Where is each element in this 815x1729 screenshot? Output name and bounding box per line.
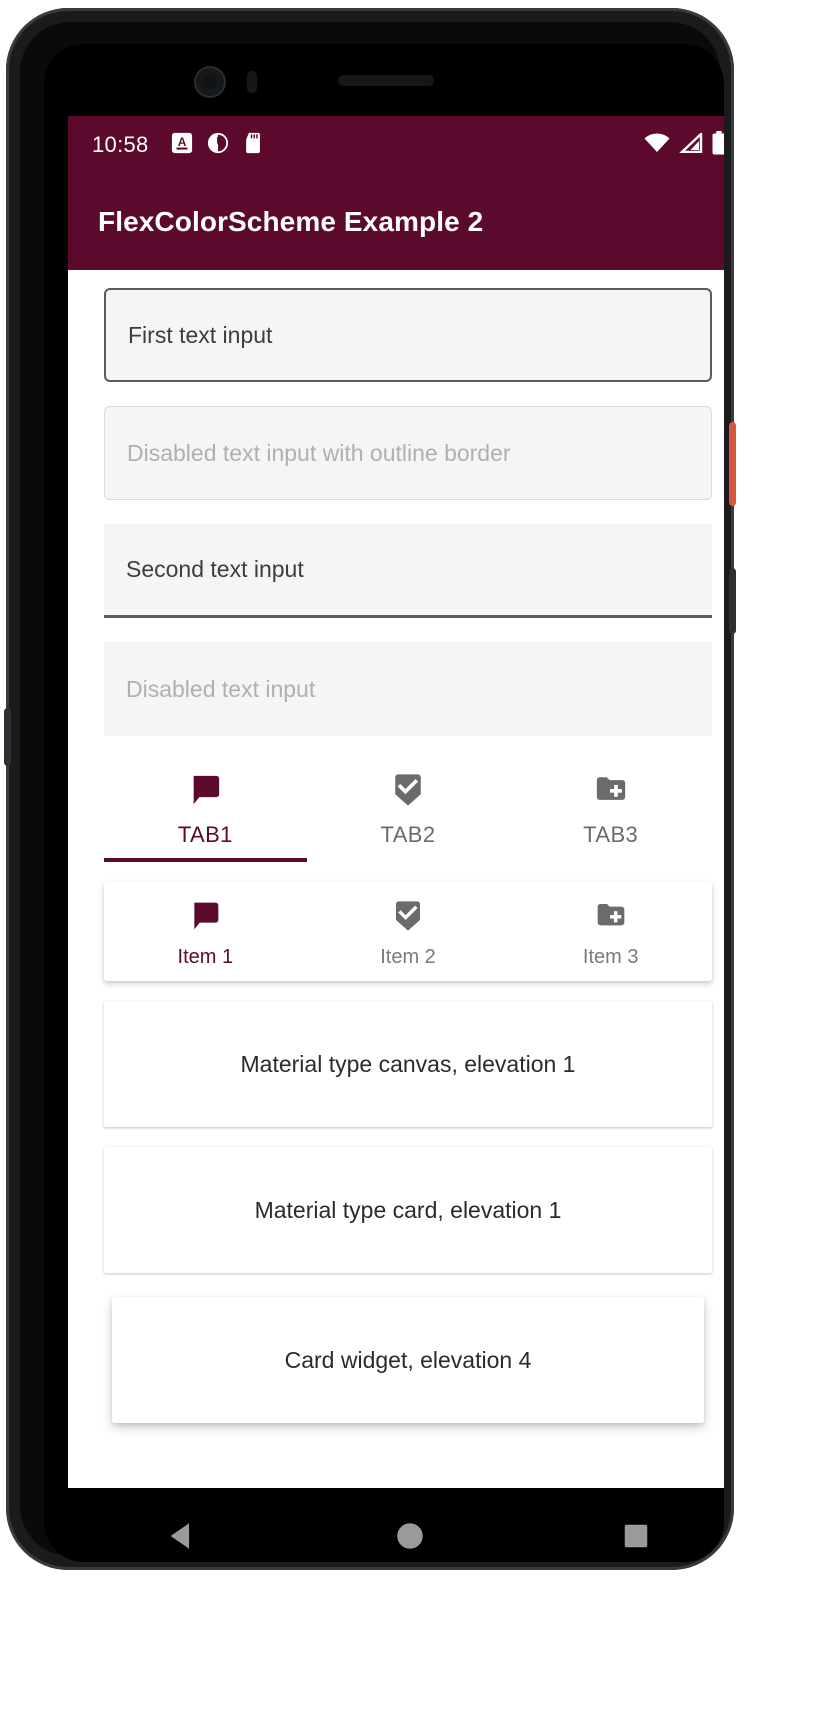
android-navigation-bar <box>68 1488 724 1562</box>
status-left-icons: A <box>171 132 264 159</box>
tab-tab3-label: TAB3 <box>583 822 639 847</box>
front-camera-icon <box>196 68 224 96</box>
second-text-input-label: Second text input <box>126 556 304 582</box>
tab-tab2[interactable]: TAB2 <box>307 760 510 862</box>
material-card-card-label: Material type card, elevation 1 <box>254 1196 562 1223</box>
battery-full-icon <box>712 130 724 160</box>
phone-frame: 10:58 A FlexColorScheme Example 2 First … <box>4 8 736 1570</box>
assistant-button[interactable] <box>4 708 11 766</box>
tab-tab1[interactable]: TAB1 <box>104 760 307 862</box>
create-new-folder-icon <box>595 896 627 936</box>
bottom-navigation-bar: Item 1 Item 2 Item 3 <box>104 882 712 981</box>
sd-card-icon <box>243 132 264 159</box>
back-triangle-icon[interactable] <box>165 1519 199 1553</box>
screenshot-root: 10:58 A FlexColorScheme Example 2 First … <box>0 0 815 1729</box>
status-right-icons <box>644 130 724 160</box>
chat-bubble-icon <box>188 770 222 810</box>
nav-item-item-1-label: Item 1 <box>177 946 234 968</box>
nav-item-item-2[interactable]: Item 2 <box>307 896 510 969</box>
nav-item-item-3[interactable]: Item 3 <box>509 896 712 969</box>
nav-item-item-3-label: Item 3 <box>582 946 639 968</box>
nav-item-item-1[interactable]: Item 1 <box>104 896 307 969</box>
disabled-outline-text-input-label: Disabled text input with outline border <box>127 439 511 466</box>
app-viewport: 10:58 A FlexColorScheme Example 2 First … <box>68 116 724 1488</box>
app-bar-title: FlexColorScheme Example 2 <box>98 206 484 237</box>
status-clock: 10:58 <box>92 132 149 157</box>
tab-tab2-label: TAB2 <box>380 822 436 847</box>
recents-square-icon[interactable] <box>621 1521 651 1551</box>
app-bar: FlexColorScheme Example 2 <box>68 174 724 270</box>
font-size-a-icon: A <box>171 132 193 159</box>
disabled-outline-text-input: Disabled text input with outline border <box>104 406 712 500</box>
proximity-sensor-icon <box>247 71 257 93</box>
create-new-folder-icon <box>594 770 628 810</box>
tab-tab3[interactable]: TAB3 <box>509 760 712 862</box>
tab-inactive-indicator <box>509 858 712 862</box>
cellular-signal-icon <box>678 130 703 158</box>
wifi-icon <box>644 132 670 158</box>
phone-bezel: 10:58 A FlexColorScheme Example 2 First … <box>20 22 724 1562</box>
nav-item-item-2-label: Item 2 <box>380 946 436 968</box>
card-widget-card: Card widget, elevation 4 <box>112 1297 704 1423</box>
phone-screen: 10:58 A FlexColorScheme Example 2 First … <box>44 44 724 1562</box>
text-field-group: First text input Disabled text input wit… <box>68 288 724 736</box>
clock-alarm-icon <box>207 132 229 159</box>
volume-button[interactable] <box>729 568 736 634</box>
disabled-text-input-label: Disabled text input <box>126 675 316 702</box>
card-widget-card-label: Card widget, elevation 4 <box>284 1346 532 1373</box>
second-text-input[interactable]: Second text input <box>104 524 712 618</box>
status-bar: 10:58 A <box>68 116 724 174</box>
disabled-text-input: Disabled text input <box>104 642 712 736</box>
tab-active-indicator <box>104 858 307 862</box>
power-button[interactable] <box>729 422 736 506</box>
material-canvas-card-label: Material type canvas, elevation 1 <box>240 1050 576 1077</box>
app-body: First text input Disabled text input wit… <box>68 270 724 1488</box>
first-text-input-label: First text input <box>128 321 273 348</box>
home-circle-icon[interactable] <box>393 1519 427 1553</box>
tab-inactive-indicator <box>307 858 510 862</box>
material-card-card: Material type card, elevation 1 <box>104 1147 712 1273</box>
tab-bar: TAB1 TAB2 TAB3 <box>68 760 724 862</box>
svg-text:A: A <box>177 134 186 148</box>
beenhere-check-icon <box>391 770 425 810</box>
phone-top-hardware <box>44 44 724 116</box>
tab-tab1-label: TAB1 <box>177 822 233 847</box>
first-text-input[interactable]: First text input <box>104 288 712 382</box>
chat-bubble-icon <box>189 896 221 936</box>
earpiece-speaker <box>338 75 434 86</box>
material-canvas-card: Material type canvas, elevation 1 <box>104 1001 712 1127</box>
beenhere-check-icon <box>392 896 424 936</box>
